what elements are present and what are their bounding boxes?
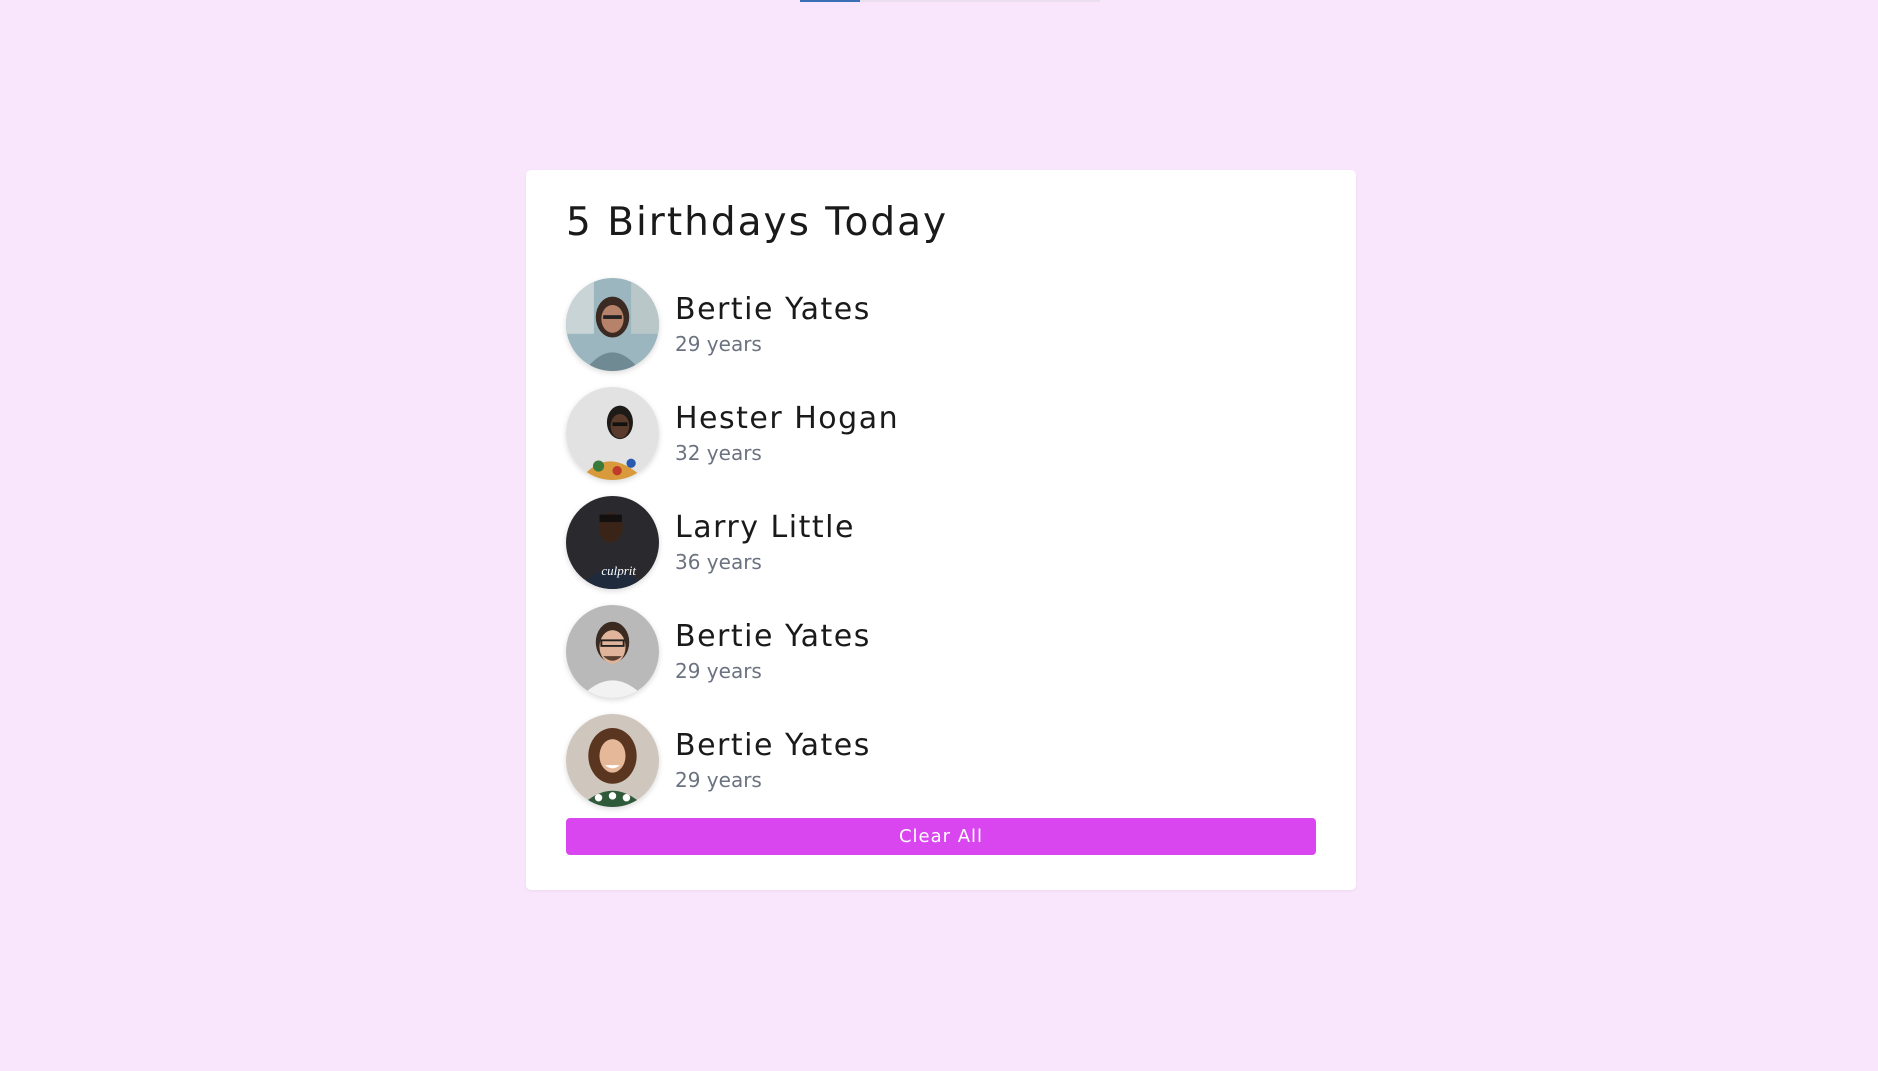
person-name: Larry Little — [675, 509, 855, 545]
person-name: Hester Hogan — [675, 400, 900, 436]
birthday-card: 5 Birthdays Today Bertie Yates 29 years — [526, 170, 1356, 890]
avatar — [566, 714, 659, 807]
person-age: 29 years — [675, 767, 762, 792]
clear-all-button[interactable]: Clear All — [566, 818, 1316, 855]
person-name: Bertie Yates — [675, 291, 871, 327]
person-age: 32 years — [675, 440, 762, 465]
list-item: Hester Hogan 32 years — [566, 387, 1316, 480]
page-title: 5 Birthdays Today — [566, 200, 949, 245]
list-item: Bertie Yates 29 years — [566, 278, 1316, 371]
birthday-list: Bertie Yates 29 years Hester Hogan 32 ye… — [566, 278, 1316, 807]
svg-text:culprit: culprit — [601, 563, 636, 578]
person-age: 29 years — [675, 331, 762, 356]
avatar: culprit — [566, 496, 659, 589]
person-photo-icon — [566, 605, 659, 698]
person-name: Bertie Yates — [675, 727, 871, 763]
avatar — [566, 605, 659, 698]
top-tab-indicator — [800, 0, 860, 2]
person-age: 36 years — [675, 549, 762, 574]
person-photo-icon — [566, 278, 659, 371]
person-name: Bertie Yates — [675, 618, 871, 654]
person-age: 29 years — [675, 658, 762, 683]
list-item: culprit Larry Little 36 years — [566, 496, 1316, 589]
list-item: Bertie Yates 29 years — [566, 605, 1316, 698]
avatar — [566, 387, 659, 480]
list-item: Bertie Yates 29 years — [566, 714, 1316, 807]
person-photo-icon: culprit — [566, 496, 659, 589]
person-photo-icon — [566, 387, 659, 480]
person-photo-icon — [566, 714, 659, 807]
avatar — [566, 278, 659, 371]
